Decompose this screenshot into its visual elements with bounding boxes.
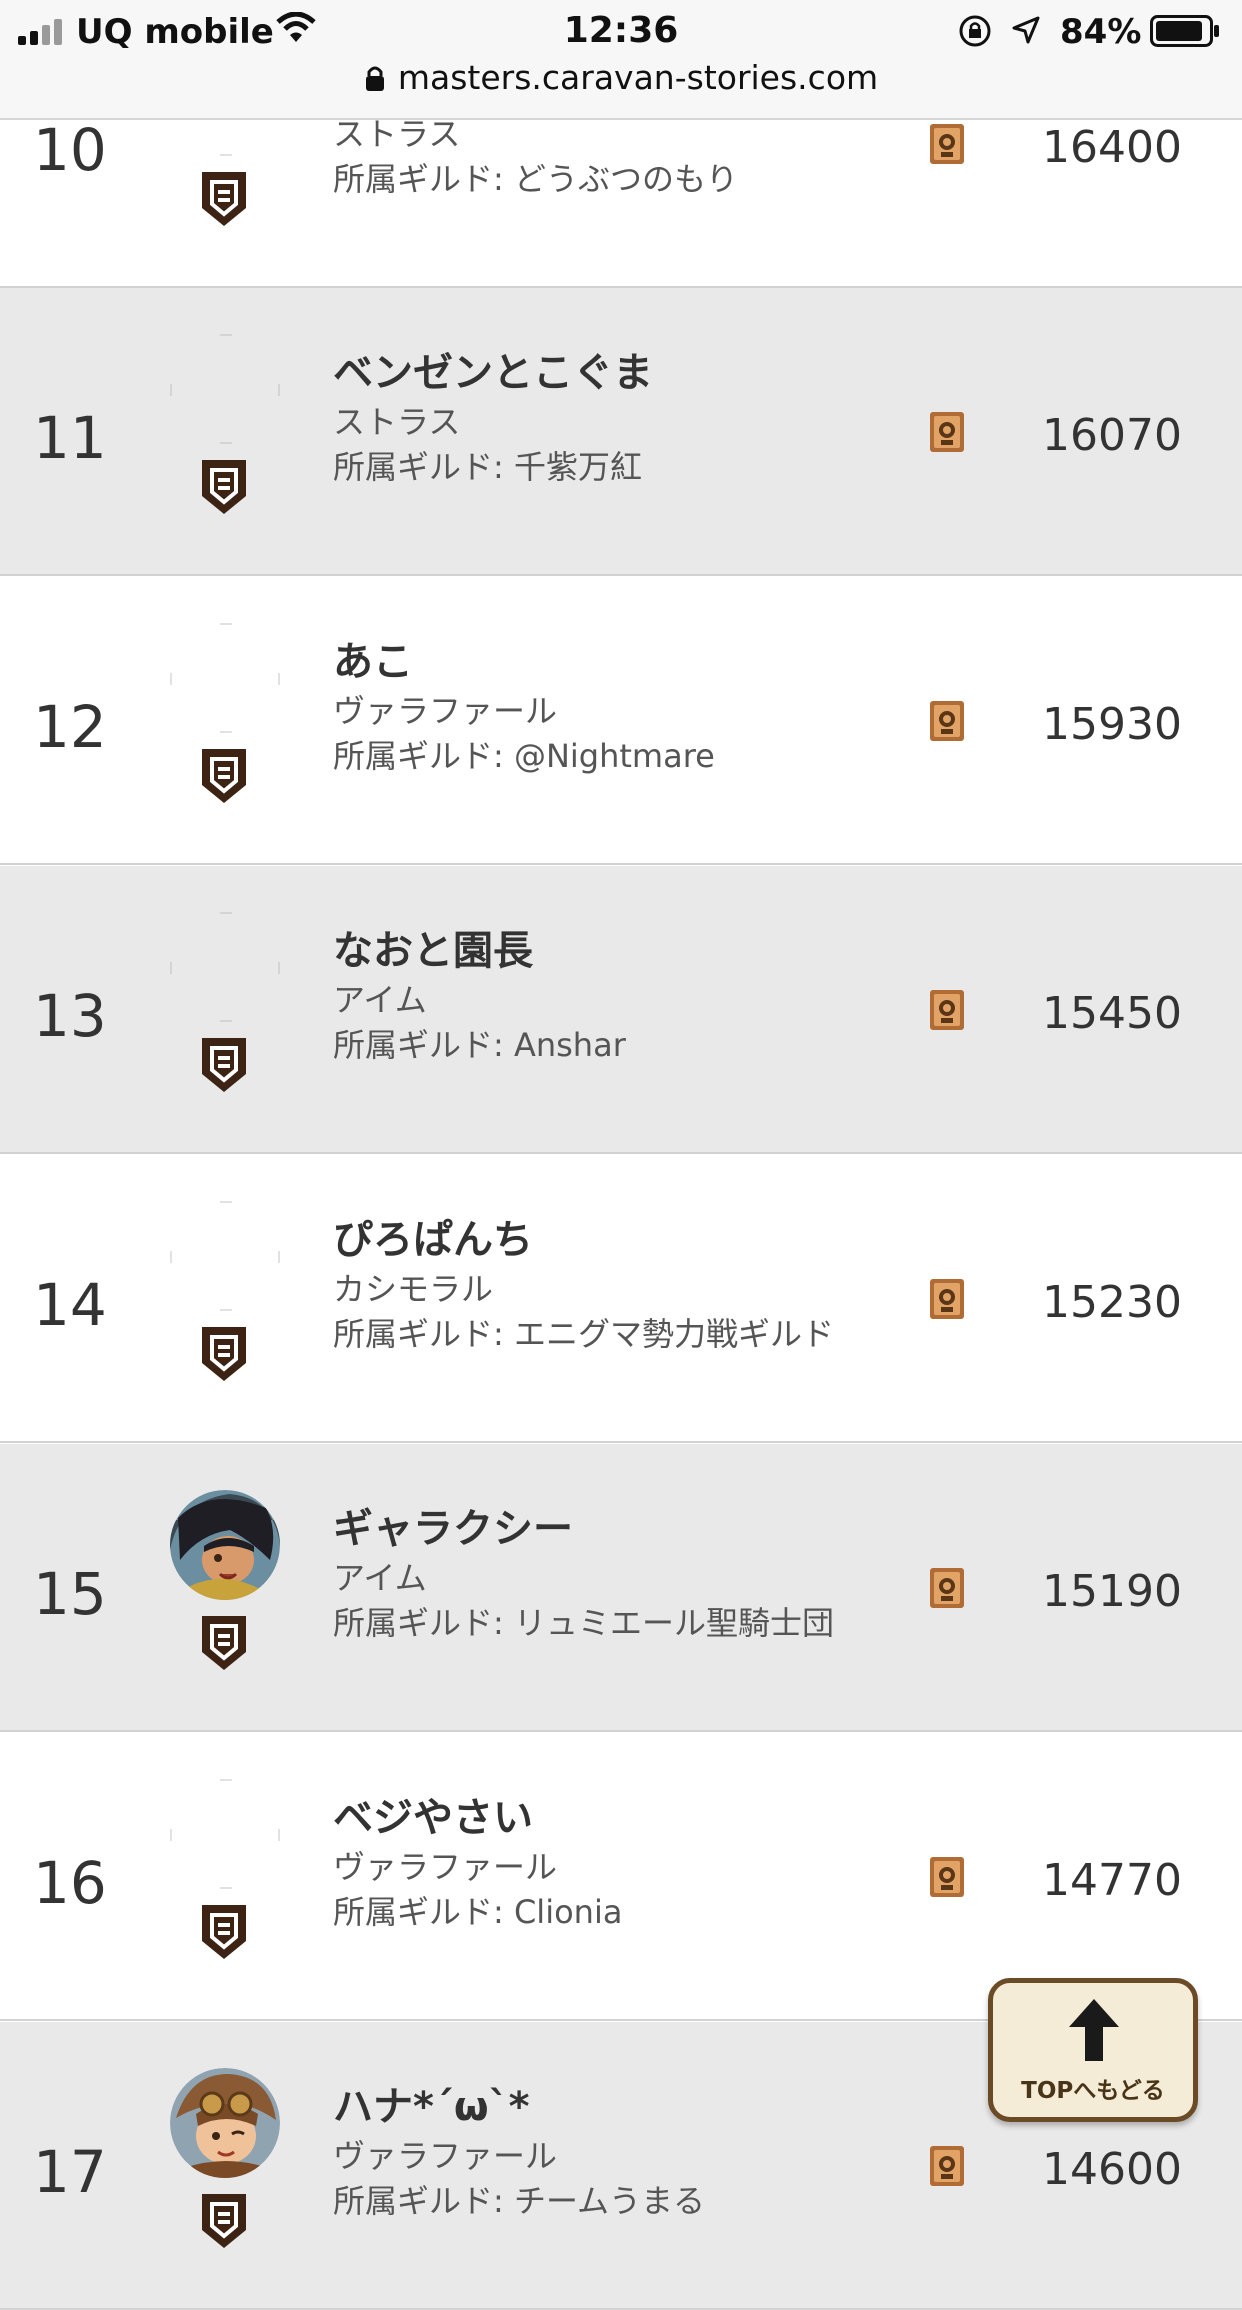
- trophy-icon: [930, 412, 964, 452]
- trophy-icon: [930, 124, 964, 164]
- player-class: ヴァラファール: [333, 692, 558, 730]
- rank-number: 16: [33, 1849, 107, 1917]
- ranking-row[interactable]: 13 なおと園長 アイム 所属ギルド: Anshar 15450: [0, 866, 1242, 1154]
- player-name: ギャラクシー: [333, 1506, 573, 1552]
- trophy-icon: [930, 1279, 964, 1319]
- url-text: masters.caravan-stories.com: [397, 58, 879, 97]
- player-guild: 所属ギルド: リュミエール聖騎士団: [333, 1604, 834, 1642]
- player-class: アイム: [333, 981, 427, 1019]
- player-class: ヴァラファール: [333, 2137, 558, 2175]
- battery-percent: 84%: [1060, 12, 1142, 52]
- player-name: ベジやさい: [333, 1795, 533, 1841]
- rank-number: 15: [33, 1560, 107, 1628]
- browser-chrome: UQ mobile 12:36 84% masters.caravan-stor…: [0, 0, 1242, 120]
- player-info: ギャラクシー アイム 所属ギルド: リュミエール聖騎士団: [333, 1504, 834, 1646]
- rank-number: 14: [33, 1271, 107, 1339]
- ranking-row[interactable]: 11 ベンゼンとこぐま ストラス 所属ギルド: 千紫万紅 16070: [0, 288, 1242, 576]
- avatar-placeholder: [170, 334, 280, 444]
- shield-icon: [202, 460, 246, 514]
- lock-icon: [365, 66, 384, 91]
- shield-icon: [202, 1038, 246, 1092]
- shield-icon: [202, 1327, 246, 1381]
- score-value: 14600: [1042, 2144, 1182, 2195]
- rotation-lock-icon: [959, 15, 991, 47]
- trophy-icon: [930, 701, 964, 741]
- player-name: ぴろぱんち: [333, 1217, 533, 1263]
- avatar-placeholder: [170, 1201, 280, 1311]
- player-guild: 所属ギルド: 千紫万紅: [333, 448, 642, 486]
- player-info: あこ ヴァラファール 所属ギルド: @Nightmare: [333, 637, 715, 779]
- back-to-top-label: TOPへもどる: [1021, 2078, 1165, 2104]
- rank-number: 10: [33, 116, 107, 184]
- player-guild: 所属ギルド: どうぶつのもり: [333, 160, 738, 198]
- player-class: ストラス: [333, 403, 461, 441]
- player-class: カシモラル: [333, 1270, 494, 1308]
- player-info: ベンゼンとこぐま ストラス 所属ギルド: 千紫万紅: [333, 348, 653, 490]
- avatar: [170, 1490, 280, 1600]
- ranking-row[interactable]: 15 ギャラクシー アイム 所属ギルド: リュミエール聖騎士団 15190: [0, 1444, 1242, 1732]
- status-bar: UQ mobile 12:36 84%: [0, 0, 1242, 62]
- player-name: ハナ*´ω`*: [333, 2084, 530, 2130]
- player-guild: 所属ギルド: @Nightmare: [333, 737, 715, 775]
- player-guild: 所属ギルド: Anshar: [333, 1026, 626, 1064]
- score-value: 15230: [1042, 1277, 1182, 1328]
- trophy-icon: [930, 1857, 964, 1897]
- avatar: [170, 2068, 280, 2178]
- location-arrow-icon: [1012, 16, 1040, 44]
- player-info: ハナ*´ω`* ヴァラファール 所属ギルド: チームうまる: [333, 2082, 705, 2224]
- trophy-icon: [930, 990, 964, 1030]
- score-value: 15930: [1042, 699, 1182, 750]
- score-value: 16070: [1042, 410, 1182, 461]
- address-bar[interactable]: masters.caravan-stories.com: [0, 58, 1242, 108]
- player-class: ヴァラファール: [333, 1848, 558, 1886]
- trophy-icon: [930, 2146, 964, 2186]
- rank-number: 11: [33, 404, 107, 472]
- character-portrait-dark: [170, 1490, 280, 1600]
- trophy-icon: [930, 1568, 964, 1608]
- avatar-placeholder: [170, 623, 280, 733]
- shield-icon: [202, 1905, 246, 1959]
- score-value: 14770: [1042, 1855, 1182, 1906]
- player-guild: 所属ギルド: エニグマ勢力戦ギルド: [333, 1315, 834, 1353]
- player-name: なおと園長: [333, 928, 533, 974]
- shield-icon: [202, 749, 246, 803]
- score-value: 15450: [1042, 988, 1182, 1039]
- back-to-top-button[interactable]: TOPへもどる: [988, 1978, 1198, 2122]
- shield-icon: [202, 1616, 246, 1670]
- player-info: なおと園長 アイム 所属ギルド: Anshar: [333, 926, 626, 1068]
- player-guild: 所属ギルド: Clionia: [333, 1893, 623, 1931]
- score-value: 16400: [1042, 122, 1182, 173]
- arrow-up-icon: [1069, 1999, 1119, 2061]
- avatar-placeholder: [170, 912, 280, 1022]
- player-class: アイム: [333, 1559, 427, 1597]
- rank-number: 12: [33, 693, 107, 761]
- player-info: ベジやさい ヴァラファール 所属ギルド: Clionia: [333, 1793, 622, 1935]
- shield-icon: [202, 2194, 246, 2248]
- player-guild: 所属ギルド: チームうまる: [333, 2182, 705, 2220]
- player-info: ぴろぱんち カシモラル 所属ギルド: エニグマ勢力戦ギルド: [333, 1215, 834, 1357]
- score-value: 15190: [1042, 1566, 1182, 1617]
- character-portrait-goggles: [170, 2068, 280, 2178]
- status-time: 12:36: [563, 10, 679, 51]
- avatar-placeholder: [170, 1779, 280, 1889]
- rank-number: 17: [33, 2138, 107, 2206]
- shield-icon: [202, 172, 246, 226]
- ranking-row[interactable]: 12 あこ ヴァラファール 所属ギルド: @Nightmare 15930: [0, 577, 1242, 865]
- player-name: あこ: [333, 639, 413, 685]
- rank-number: 13: [33, 982, 107, 1050]
- player-name: ベンゼンとこぐま: [333, 350, 653, 396]
- battery-icon: [1150, 15, 1219, 47]
- ranking-row[interactable]: 14 ぴろぱんち カシモラル 所属ギルド: エニグマ勢力戦ギルド 15230: [0, 1155, 1242, 1443]
